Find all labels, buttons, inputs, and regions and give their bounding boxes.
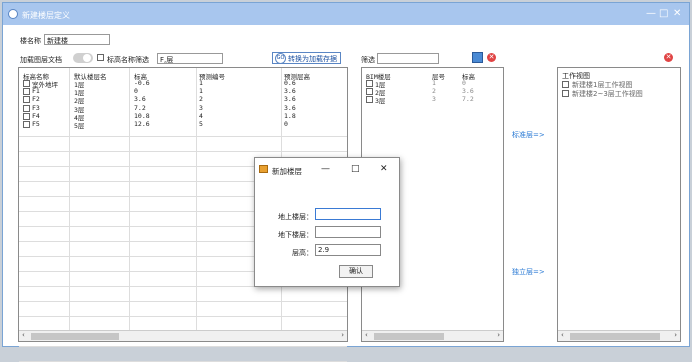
scroll-left-icon[interactable]: ‹ [561, 331, 564, 339]
dialog-app-icon [259, 165, 268, 173]
scroll-thumb[interactable] [374, 333, 444, 340]
table-cell: 3.6 [284, 95, 296, 104]
load-doc-label: 加载图层文档 [20, 56, 62, 64]
standard-level-link[interactable]: 标准层=> [512, 130, 545, 140]
building-name-input[interactable]: 新建楼 [44, 34, 110, 45]
table-cell: 1 [199, 87, 203, 96]
above-input[interactable] [315, 208, 381, 220]
height-input[interactable]: 2.9 [315, 244, 381, 256]
levels-hscroll[interactable]: ‹ › [19, 330, 347, 341]
table-cell: F4 [32, 111, 40, 120]
below-input[interactable] [315, 226, 381, 238]
table-cell: 7.2 [134, 103, 146, 112]
filter-name-input[interactable]: F,层 [157, 53, 223, 64]
table-cell: 3 [199, 103, 203, 112]
building-name-label: 楼名称 [20, 37, 41, 45]
work-view-hscroll[interactable]: ‹ › [558, 330, 680, 341]
convert-button-label: 转换为加载存据 [288, 55, 337, 63]
dialog-maximize-button[interactable]: □ [351, 164, 360, 174]
table-cell: 0 [134, 87, 138, 96]
delete-icon[interactable]: ✕ [487, 53, 496, 62]
row-checkbox[interactable] [23, 104, 30, 112]
maximize-button[interactable]: □ [659, 8, 668, 19]
title-bar: 新建楼层定义 — □ ✕ [3, 3, 689, 25]
table-cell: 2 [432, 87, 436, 96]
below-label: 地下楼层： [278, 231, 313, 239]
table-cell: 1 [199, 79, 203, 87]
filter-input[interactable] [377, 53, 439, 64]
table-cell: F1 [32, 87, 40, 96]
scroll-left-icon[interactable]: ‹ [22, 331, 25, 339]
table-cell: 1 [432, 79, 436, 87]
table-cell: 12.6 [134, 120, 150, 128]
dialog-minimize-button[interactable]: — [321, 164, 330, 174]
table-cell: 4 [199, 111, 203, 120]
row-checkbox[interactable] [23, 121, 30, 128]
scroll-thumb[interactable] [570, 333, 660, 340]
table-cell: 3层 [375, 97, 386, 106]
scroll-right-icon[interactable]: › [497, 331, 500, 339]
table-cell: 5层 [74, 122, 85, 130]
table-cell: F2 [32, 95, 40, 104]
window-title: 新建楼层定义 [22, 11, 70, 20]
filter-label: 筛选 [361, 56, 375, 64]
scroll-right-icon[interactable]: › [341, 331, 344, 339]
app-icon [8, 9, 18, 19]
row-checkbox[interactable] [23, 112, 30, 120]
table-cell: 3.6 [134, 95, 146, 104]
work-view-checkbox[interactable] [562, 90, 569, 97]
table-cell: 7.2 [462, 95, 474, 104]
row-checkbox[interactable] [23, 96, 30, 104]
table-cell: 3.6 [284, 87, 296, 96]
table-cell: 3.6 [284, 103, 296, 112]
row-checkbox[interactable] [366, 96, 373, 104]
grid-line [69, 68, 70, 330]
work-view-checkbox[interactable] [562, 81, 569, 88]
table-cell: 5 [199, 120, 203, 128]
grid-line [196, 68, 197, 330]
dialog-title: 新加楼层 [272, 167, 302, 176]
table-cell: F5 [32, 120, 40, 128]
row-checkbox[interactable] [23, 88, 30, 96]
work-view-item[interactable]: 新建楼2~3层工作视图 [572, 89, 643, 99]
table-cell: 0 [284, 120, 288, 128]
dialog-close-button[interactable]: ✕ [380, 164, 388, 174]
filter-name-checkbox[interactable] [97, 54, 104, 61]
load-doc-toggle[interactable] [73, 53, 93, 63]
close-button[interactable]: ✕ [673, 8, 681, 19]
row-checkbox[interactable] [23, 80, 30, 87]
scroll-thumb[interactable] [31, 333, 119, 340]
table-cell: F3 [32, 103, 40, 112]
confirm-button[interactable]: 确认 [339, 265, 373, 278]
scroll-right-icon[interactable]: › [674, 331, 677, 339]
add-icon[interactable] [472, 52, 483, 63]
standalone-level-link[interactable]: 独立层=> [512, 267, 545, 277]
table-cell: 3.6 [462, 87, 474, 96]
minimize-button[interactable]: — [646, 8, 656, 19]
scroll-left-icon[interactable]: ‹ [365, 331, 368, 339]
grid-line [129, 68, 130, 330]
filter-name-label: 标高名称筛选 [107, 56, 149, 64]
work-view-panel: 工作视图 新建楼1层工作视图 新建楼2~3层工作视图 ‹ › [557, 67, 681, 342]
table-cell: 3 [432, 95, 436, 104]
height-label: 层高： [292, 249, 313, 257]
above-label: 地上楼层： [278, 213, 313, 221]
row-checkbox[interactable] [366, 88, 373, 96]
convert-icon: GO [275, 53, 286, 64]
add-level-dialog: 新加楼层 — □ ✕ 地上楼层： 地下楼层： 层高： 2.9 确认 [254, 157, 400, 287]
table-cell: 1.8 [284, 111, 296, 120]
bim-hscroll[interactable]: ‹ › [362, 330, 503, 341]
table-cell: 0 [462, 79, 466, 87]
grid-line [19, 346, 347, 347]
table-cell: 2 [199, 95, 203, 104]
table-cell: 0.6 [284, 79, 296, 87]
convert-button[interactable]: GO 转换为加载存据 [272, 52, 341, 64]
table-cell: 10.8 [134, 111, 150, 120]
row-checkbox[interactable] [366, 80, 373, 87]
clear-icon[interactable]: ✕ [664, 53, 673, 62]
table-cell: -0.6 [134, 79, 150, 87]
